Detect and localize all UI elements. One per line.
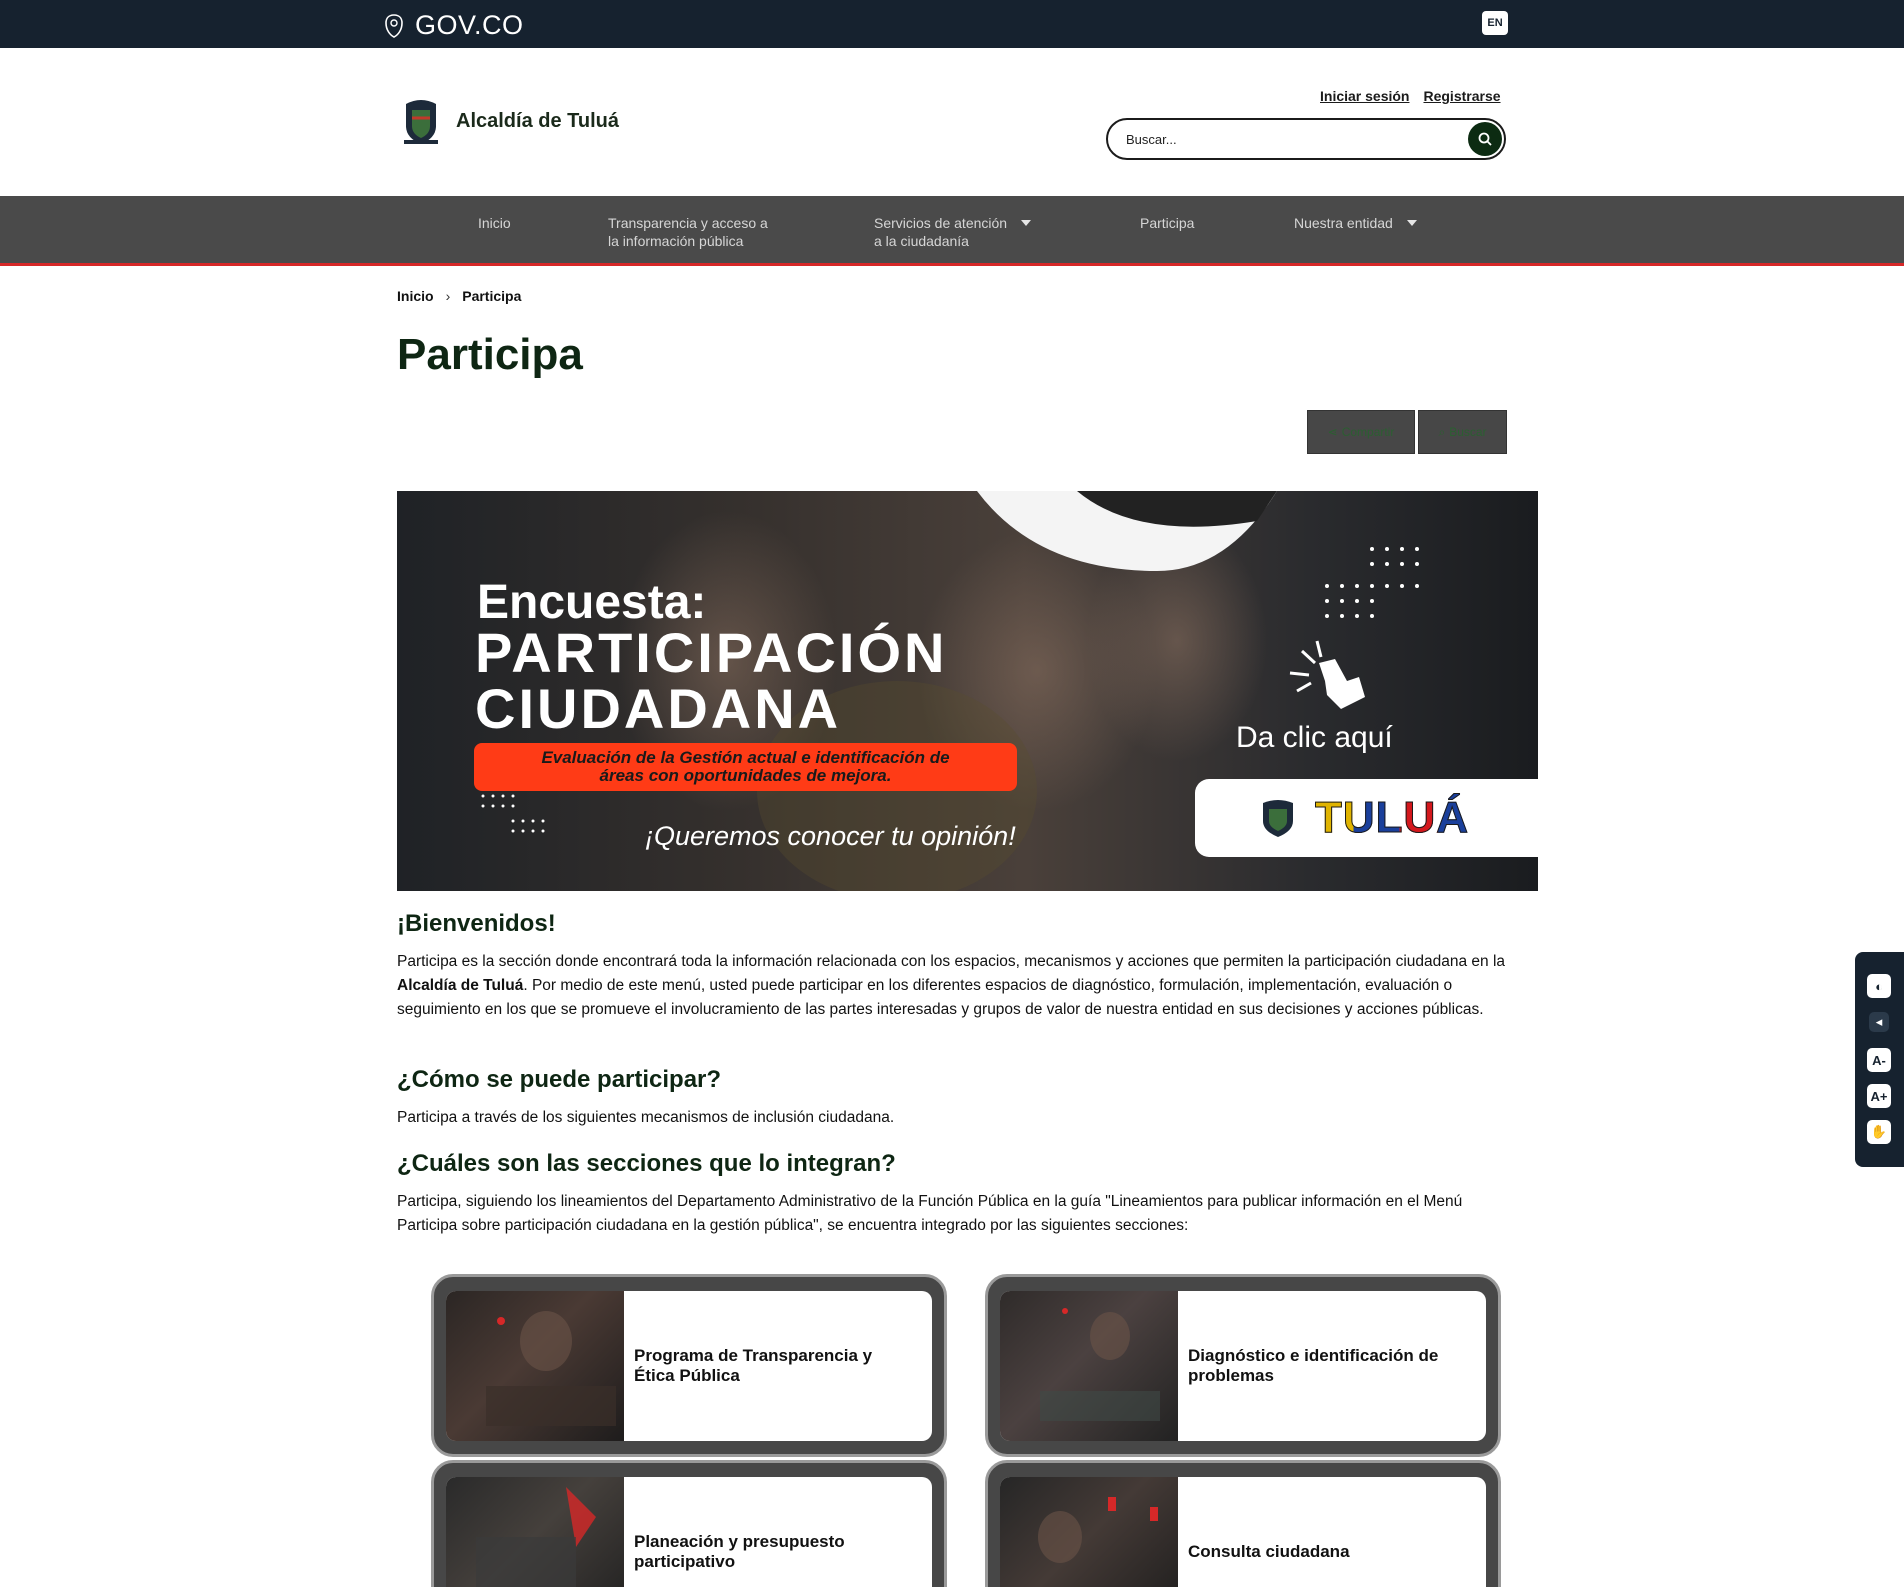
- gov-co-text: GOV.CO: [415, 10, 524, 40]
- search-icon: ⌕: [1438, 424, 1446, 439]
- nav-label: Nuestra entidad: [1294, 215, 1393, 231]
- section-card-consulta[interactable]: Consulta ciudadana: [985, 1460, 1501, 1587]
- nav-label: Participa: [1140, 215, 1195, 231]
- card-image: [1000, 1477, 1178, 1587]
- coat-of-arms-icon: [385, 13, 403, 38]
- banner-logo-box: TULUÁ: [1195, 779, 1538, 857]
- nav-item-servicios[interactable]: Servicios de atención a la ciudadanía: [874, 214, 1032, 250]
- card-inner: Programa de Transparencia y Ética Públic…: [446, 1291, 932, 1441]
- search-button[interactable]: [1468, 122, 1502, 156]
- section-card-transparencia[interactable]: Programa de Transparencia y Ética Públic…: [431, 1274, 947, 1457]
- welcome-heading: ¡Bienvenidos!: [397, 910, 556, 937]
- sections-heading: ¿Cuáles son las secciones que lo integra…: [397, 1150, 896, 1177]
- nav-item-transparencia[interactable]: Transparencia y acceso a la información …: [608, 214, 768, 250]
- brand-name: Alcaldía de Tuluá: [456, 109, 619, 132]
- decrease-font-icon[interactable]: A-: [1867, 1048, 1891, 1072]
- login-link[interactable]: Iniciar sesión: [1320, 88, 1409, 104]
- breadcrumb: Inicio › Participa: [397, 288, 521, 304]
- accessibility-bar: ◐ ◂ A- A+ ✋: [1855, 952, 1904, 1167]
- sign-language-icon[interactable]: ✋: [1867, 1120, 1891, 1144]
- chevron-down-icon: [1021, 220, 1032, 226]
- welcome-text: Participa es la sección donde encontrará…: [397, 950, 1517, 1022]
- card-inner: Planeación y presupuesto participativo: [446, 1477, 932, 1587]
- card-label: Programa de Transparencia y Ética Públic…: [634, 1346, 873, 1385]
- search-page-button[interactable]: ⌕ Buscar: [1418, 410, 1507, 454]
- nav-item-participa[interactable]: Participa: [1140, 214, 1194, 232]
- nav-label: Transparencia y acceso a: [608, 215, 768, 231]
- nav-label: Inicio: [478, 215, 511, 231]
- card-label: Diagnóstico e identificación de problema…: [1188, 1346, 1439, 1385]
- card-photo: [1038, 1497, 1158, 1563]
- page-actions: ⋖ Compartir ⌕ Buscar: [1307, 410, 1507, 454]
- search-icon: [1478, 132, 1492, 146]
- card-image: [1000, 1291, 1178, 1441]
- card-photo: [486, 1311, 616, 1426]
- tulua-logo: TULUÁ: [1314, 793, 1470, 843]
- nav-label: a la ciudadanía: [874, 233, 969, 249]
- banner-pill-line1: Evaluación de la Gestión actual e identi…: [541, 748, 950, 767]
- section-card-diagnostico[interactable]: Diagnóstico e identificación de problema…: [985, 1274, 1501, 1457]
- banner-headline: PARTICIPACIÓN CIUDADANA: [475, 625, 947, 737]
- chevron-right-icon: ›: [445, 288, 451, 304]
- card-photo: [1040, 1308, 1160, 1421]
- contrast-icon[interactable]: ◐: [1867, 974, 1891, 998]
- share-button[interactable]: ⋖ Compartir: [1307, 410, 1415, 454]
- main-nav: Inicio Transparencia y acceso a la infor…: [0, 196, 1904, 266]
- banner-opinion: ¡Queremos conocer tu opinión!: [645, 821, 1016, 851]
- sections-text: Participa, siguiendo los lineamientos de…: [397, 1193, 1463, 1234]
- language-button[interactable]: EN: [1482, 11, 1508, 35]
- increase-font-icon[interactable]: A+: [1867, 1084, 1891, 1108]
- welcome-text-part: . Por medio de este menú, usted puede pa…: [397, 977, 1484, 1018]
- share-icon: ⋖: [1327, 425, 1338, 439]
- how-text: Participa a través de los siguientes mec…: [397, 1109, 895, 1126]
- welcome-text-part: Participa es la sección donde encontrará…: [397, 953, 1506, 970]
- auth-links: Iniciar sesión Registrarse: [1320, 88, 1501, 104]
- banner-pill-line2: áreas con oportunidades de mejora.: [599, 766, 892, 785]
- nav-label: la información pública: [608, 233, 744, 249]
- card-photo: [476, 1487, 596, 1587]
- nav-label: Servicios de atención: [874, 215, 1008, 231]
- nav-item-nuestra-entidad[interactable]: Nuestra entidad: [1294, 214, 1417, 232]
- search-page-label: Buscar: [1449, 425, 1487, 439]
- card-image: [446, 1477, 624, 1587]
- search-input[interactable]: [1126, 131, 1446, 147]
- banner-click-here[interactable]: Da clic aquí: [1236, 721, 1393, 755]
- card-image: [446, 1291, 624, 1441]
- section-card-planeacion[interactable]: Planeación y presupuesto participativo: [431, 1460, 947, 1587]
- banner-line2: PARTICIPACIÓN: [475, 621, 948, 684]
- register-link[interactable]: Registrarse: [1423, 88, 1500, 104]
- entity-name: Alcaldía de Tuluá: [397, 977, 524, 994]
- banner-line3: CIUDADANA: [475, 677, 842, 740]
- gov-co-logo[interactable]: GOV.CO: [383, 10, 524, 41]
- survey-banner[interactable]: Encuesta: PARTICIPACIÓN CIUDADANA Evalua…: [397, 491, 1538, 891]
- breadcrumb-home[interactable]: Inicio: [397, 288, 434, 304]
- breadcrumb-current: Participa: [462, 288, 522, 304]
- share-label: Compartir: [1341, 425, 1395, 439]
- municipal-seal-icon: [1263, 800, 1293, 837]
- card-inner: Diagnóstico e identificación de problema…: [1000, 1291, 1486, 1441]
- card-inner: Consulta ciudadana: [1000, 1477, 1486, 1587]
- how-heading: ¿Cómo se puede participar?: [397, 1066, 722, 1093]
- municipal-seal-icon: [404, 100, 438, 144]
- card-label: Consulta ciudadana: [1188, 1542, 1350, 1561]
- search-box: [1106, 118, 1506, 160]
- chevron-down-icon: [1406, 220, 1417, 226]
- site-header: Alcaldía de Tuluá Iniciar sesión Registr…: [0, 48, 1904, 196]
- page-title: Participa: [397, 330, 583, 379]
- tulua-logo-text: TULUÁ: [1314, 793, 1470, 843]
- card-label: Planeación y presupuesto participativo: [634, 1532, 845, 1571]
- gov-bar: GOV.CO EN: [0, 0, 1904, 48]
- brand[interactable]: Alcaldía de Tuluá: [400, 96, 619, 146]
- nav-item-inicio[interactable]: Inicio: [478, 214, 511, 232]
- banner-subtitle: Evaluación de la Gestión actual e identi…: [474, 743, 1017, 791]
- collapse-icon[interactable]: ◂: [1869, 1012, 1889, 1032]
